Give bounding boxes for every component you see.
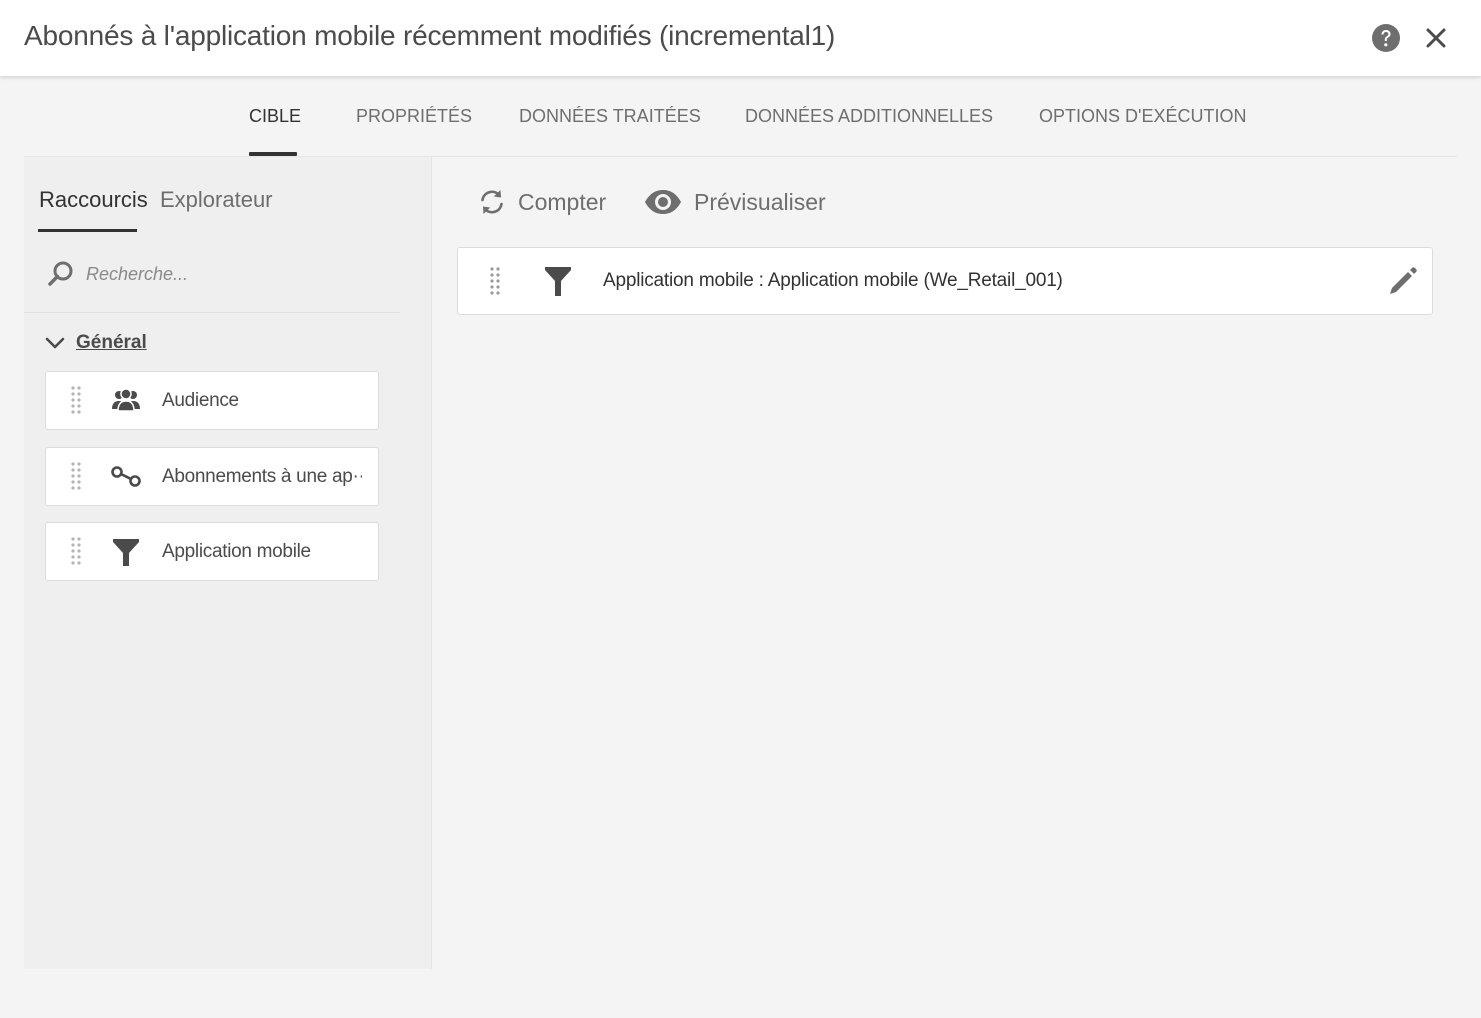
filter-icon <box>545 267 571 296</box>
search-icon <box>48 261 73 286</box>
drag-handle-icon[interactable] <box>69 461 83 493</box>
close-button[interactable] <box>1420 22 1452 54</box>
tab-bar: CIBLE PROPRIÉTÉS DONNÉES TRAITÉES DONNÉE… <box>24 76 1457 157</box>
shortcut-audience[interactable]: Audience <box>45 371 379 430</box>
count-button[interactable]: Compter <box>478 184 606 220</box>
shortcut-label: Abonnements à une ap··· <box>162 466 362 487</box>
drag-handle-icon[interactable] <box>69 385 83 417</box>
filter-icon <box>113 539 139 566</box>
shortcut-application-mobile[interactable]: Application mobile <box>45 522 379 581</box>
criterion-label: Application mobile : Application mobile … <box>603 270 1063 291</box>
dialog-header: Abonnés à l'application mobile récemment… <box>0 0 1481 76</box>
shortcut-label: Application mobile <box>162 541 311 562</box>
shortcut-abonnements[interactable]: Abonnements à une ap··· <box>45 447 379 506</box>
drag-handle-icon[interactable] <box>488 266 502 298</box>
drag-handle-icon[interactable] <box>69 536 83 568</box>
help-button[interactable] <box>1370 22 1402 54</box>
preview-button[interactable]: Prévisualiser <box>644 184 826 220</box>
refresh-icon <box>481 190 503 214</box>
criterion-row[interactable]: Application mobile : Application mobile … <box>457 247 1433 315</box>
close-icon <box>1426 28 1446 48</box>
pencil-icon <box>1390 267 1417 294</box>
help-icon <box>1372 24 1400 52</box>
section-general-toggle[interactable]: Général <box>44 329 147 357</box>
shortcut-label: Audience <box>162 390 239 411</box>
search-bar <box>24 247 400 313</box>
section-general-label: Général <box>76 332 147 353</box>
audience-icon <box>112 388 140 412</box>
tab-donnees-traitees[interactable]: DONNÉES TRAITÉES <box>519 106 701 127</box>
tab-donnees-additionnelles[interactable]: DONNÉES ADDITIONNELLES <box>745 106 993 127</box>
active-subtab-indicator <box>38 229 137 232</box>
chevron-down-icon <box>45 337 65 349</box>
active-tab-indicator <box>249 152 297 156</box>
dialog-title: Abonnés à l'application mobile récemment… <box>24 20 836 51</box>
link-icon <box>111 466 141 487</box>
tab-options-execution[interactable]: OPTIONS D'EXÉCUTION <box>1039 106 1246 127</box>
subtab-explorateur[interactable]: Explorateur <box>160 187 273 213</box>
subtab-raccourcis[interactable]: Raccourcis <box>39 187 148 213</box>
shortcuts-panel: Raccourcis Explorateur Général <box>24 157 432 969</box>
search-input[interactable] <box>86 257 386 291</box>
tab-proprietes[interactable]: PROPRIÉTÉS <box>356 106 472 127</box>
tab-cible[interactable]: CIBLE <box>249 106 301 127</box>
preview-label: Prévisualiser <box>694 188 826 215</box>
edit-button[interactable] <box>1386 264 1420 298</box>
count-label: Compter <box>518 188 607 215</box>
eye-icon <box>645 190 681 214</box>
